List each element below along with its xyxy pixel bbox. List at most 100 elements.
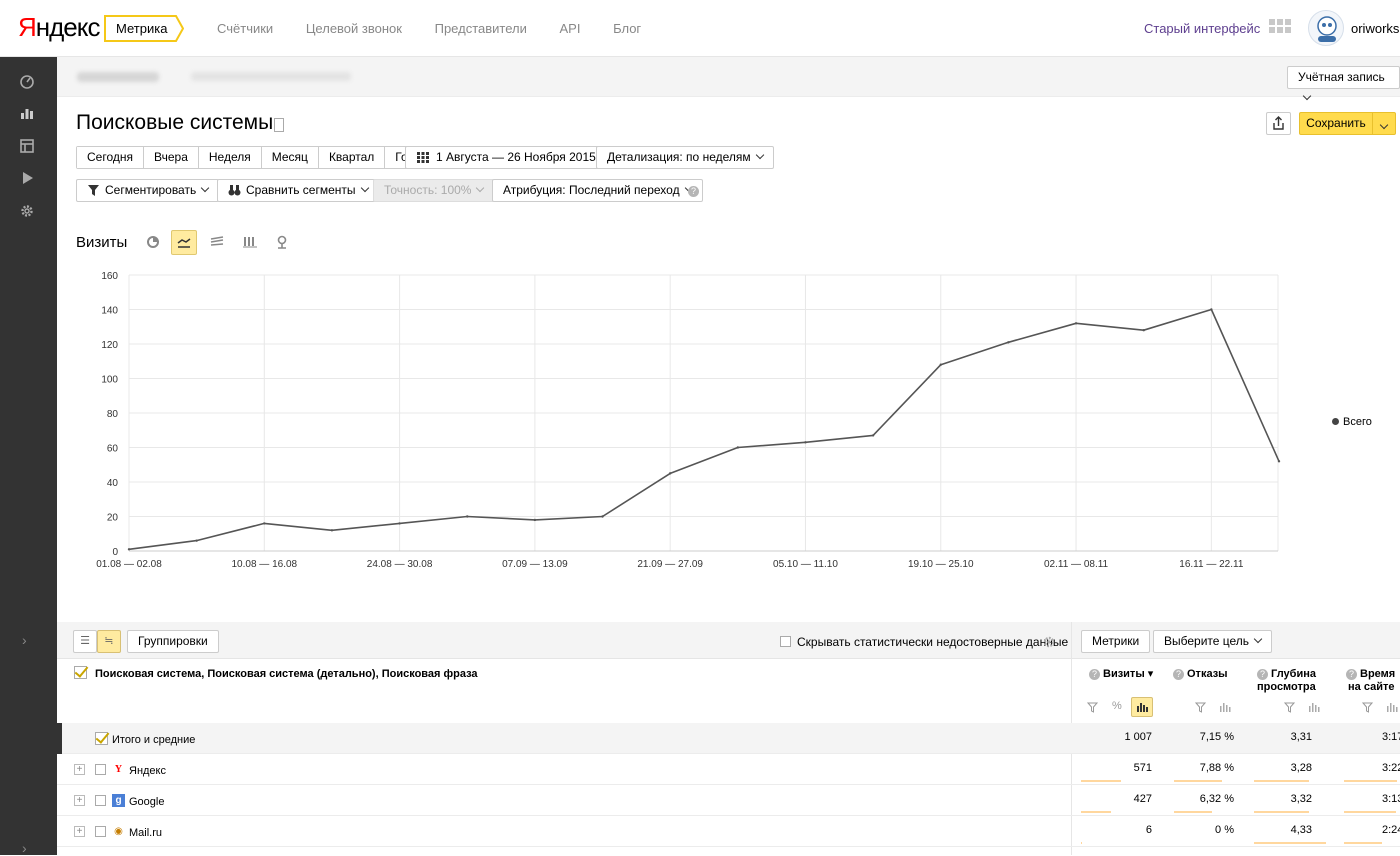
total-visits: 1 007 <box>1124 731 1152 743</box>
row-checkbox[interactable] <box>95 826 106 837</box>
metrika-badge[interactable]: Метрика <box>104 15 184 42</box>
nav-api[interactable]: API <box>559 21 580 36</box>
visits-share-bar <box>1081 780 1121 782</box>
settings-gear-icon[interactable] <box>18 203 36 221</box>
column-bounce[interactable]: Отказы <box>1187 668 1228 681</box>
metrika-label: Метрика <box>116 21 168 36</box>
dimension-checkbox[interactable] <box>74 666 87 679</box>
period-yesterday[interactable]: Вчера <box>144 147 199 168</box>
visits-percent-icon[interactable]: % <box>1112 700 1122 712</box>
nav-counters[interactable]: Счётчики <box>217 21 273 36</box>
period-week[interactable]: Неделя <box>198 147 262 168</box>
attribution-help-icon[interactable]: ? <box>688 186 699 197</box>
total-checkbox[interactable] <box>95 732 108 745</box>
table-row[interactable]: + g Google 427 6,32 % 3,32 3:13 <box>57 785 1400 816</box>
time-bars-icon[interactable] <box>1386 702 1398 713</box>
series-point <box>195 539 198 542</box>
line-chart-icon[interactable] <box>171 230 197 255</box>
hide-unreliable-checkbox[interactable] <box>780 636 791 647</box>
google-icon: g <box>112 794 125 807</box>
segment-button[interactable]: Сегментировать <box>76 179 220 202</box>
username[interactable]: oriworks <box>1351 21 1399 36</box>
compare-segments-button[interactable]: Сравнить сегменты <box>217 179 379 202</box>
reports-icon[interactable] <box>18 105 36 123</box>
webvisor-play-icon[interactable] <box>18 170 36 188</box>
series-point <box>939 363 942 366</box>
avatar[interactable] <box>1308 10 1344 46</box>
period-selector: Сегодня Вчера Неделя Месяц Квартал Год <box>76 146 426 169</box>
column-time[interactable]: Время <box>1360 668 1395 681</box>
visits-share-bar <box>1081 842 1082 844</box>
page-title: Поисковые системы <box>76 111 274 134</box>
y-tick-label: 120 <box>101 340 118 351</box>
nav-blog[interactable]: Блог <box>613 21 641 36</box>
period-month[interactable]: Месяц <box>261 147 319 168</box>
bounce-bars-icon[interactable] <box>1219 702 1231 713</box>
bookmark-icon[interactable] <box>274 118 284 132</box>
visits-bars-icon[interactable] <box>1131 697 1153 717</box>
depth-bars-icon[interactable] <box>1308 702 1320 713</box>
list-view-icon[interactable]: ☰ <box>73 630 97 653</box>
expand-row-icon[interactable]: + <box>74 795 85 806</box>
pie-chart-icon[interactable] <box>140 230 166 255</box>
dimension-header: Поисковая система, Поисковая система (де… <box>95 668 478 680</box>
sidebar-expand-icon[interactable]: › <box>22 632 27 648</box>
y-tick-label: 20 <box>107 513 119 524</box>
table-settings-gear-icon[interactable] <box>1043 635 1055 648</box>
account-dropdown[interactable]: Учётная запись <box>1287 66 1400 101</box>
time-help-icon[interactable]: ? <box>1346 669 1357 680</box>
table-row[interactable]: + Y Яндекс 571 7,88 % 3,28 3:22 <box>57 754 1400 785</box>
y-tick-label: 60 <box>107 444 119 455</box>
date-range-picker[interactable]: 1 Августа — 26 Ноября 2015 <box>405 146 607 169</box>
dashboard-icon[interactable] <box>18 73 36 91</box>
detail-dropdown[interactable]: Детализация: по неделям <box>596 146 774 169</box>
series-point <box>736 446 740 449</box>
attribution-dropdown[interactable]: Атрибуция: Последний переход <box>492 179 703 202</box>
expand-row-icon[interactable]: + <box>74 764 85 775</box>
period-today[interactable]: Сегодня <box>77 147 144 168</box>
maps-icon[interactable] <box>18 138 36 156</box>
column-visits[interactable]: Визиты ▾ <box>1103 668 1153 681</box>
expand-row-icon[interactable]: + <box>74 826 85 837</box>
groupings-button[interactable]: Группировки <box>127 630 219 653</box>
save-button[interactable]: Сохранить <box>1299 112 1373 135</box>
tree-view-icon[interactable]: ≒ <box>97 630 121 653</box>
save-dropdown-chevron-icon[interactable] <box>1372 112 1396 135</box>
series-point <box>533 518 537 522</box>
depth-help-icon[interactable]: ? <box>1257 669 1268 680</box>
old-interface-link[interactable]: Старый интерфейс <box>1144 21 1260 36</box>
nav-representatives[interactable]: Представители <box>435 21 527 36</box>
map-pin-icon[interactable] <box>269 230 295 255</box>
series-point <box>871 434 875 437</box>
counter-name-blurred[interactable] <box>77 72 159 82</box>
counter-id-blurred <box>191 72 351 81</box>
depth-filter-icon[interactable] <box>1284 702 1295 713</box>
visits-filter-icon[interactable] <box>1087 702 1098 713</box>
area-chart-icon[interactable] <box>204 230 230 255</box>
time-share-bar <box>1344 780 1397 782</box>
y-tick-label: 160 <box>101 271 118 282</box>
chart-legend[interactable]: Всего <box>1332 416 1372 428</box>
column-depth[interactable]: Глубина <box>1271 668 1316 681</box>
sidebar-expand-bottom-icon[interactable]: › <box>22 840 27 856</box>
row-checkbox[interactable] <box>95 795 106 806</box>
time-share-bar <box>1344 842 1382 844</box>
table-row[interactable]: + ◉ Mail.ru 6 0 % 4,33 2:24 <box>57 816 1400 847</box>
bounce-filter-icon[interactable] <box>1195 702 1206 713</box>
export-button[interactable] <box>1266 112 1291 135</box>
nav-target-call[interactable]: Целевой звонок <box>306 21 402 36</box>
bounce-help-icon[interactable]: ? <box>1173 669 1184 680</box>
accuracy-dropdown: Точность: 100% <box>373 179 495 202</box>
y-tick-label: 100 <box>101 375 118 386</box>
row-checkbox[interactable] <box>95 764 106 775</box>
time-filter-icon[interactable] <box>1362 702 1373 713</box>
visits-help-icon[interactable]: ? <box>1089 669 1100 680</box>
x-tick-label: 05.10 — 11.10 <box>773 559 838 570</box>
apps-grid-icon[interactable] <box>1269 19 1291 37</box>
series-point <box>668 472 672 475</box>
metrics-button[interactable]: Метрики <box>1081 630 1151 653</box>
bar-chart-icon[interactable] <box>237 230 263 255</box>
goal-dropdown[interactable]: Выберите цель <box>1153 630 1273 653</box>
period-quarter[interactable]: Квартал <box>318 147 386 168</box>
yandex-logo[interactable]: Яндекс <box>18 12 100 43</box>
